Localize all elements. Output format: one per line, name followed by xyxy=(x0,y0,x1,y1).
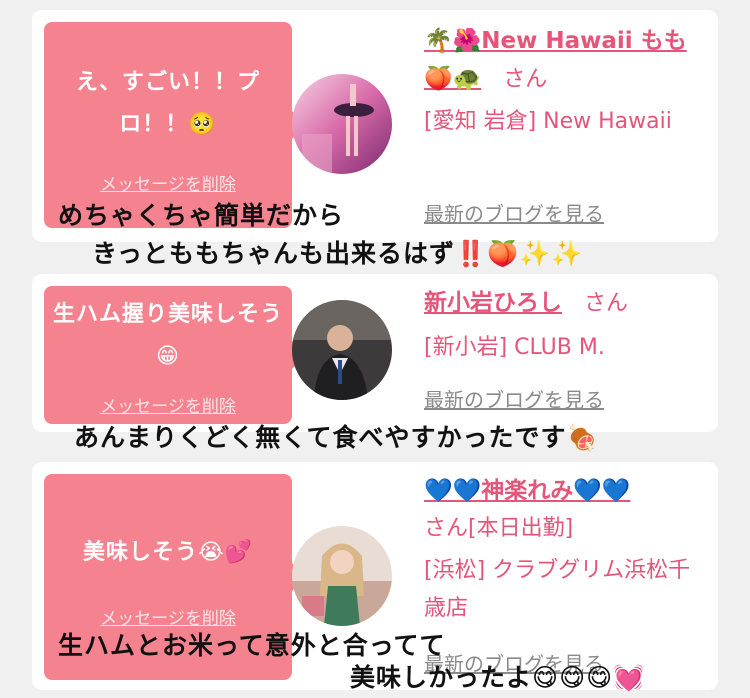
sender-info: 新小岩ひろし さん [新小岩] CLUB M. xyxy=(424,284,704,367)
avatar[interactable] xyxy=(292,526,392,626)
sender-info: 🌴🌺New Hawaii もも🍑🐢 さん [愛知 岩倉] New Hawaii xyxy=(424,22,704,141)
avatar-photo xyxy=(292,74,392,174)
sender-name-link[interactable]: 🌴🌺New Hawaii もも🍑🐢 xyxy=(424,28,687,92)
message-card: 生ハム握り美味しそう😁 メッセージを削除 新小岩ひろし さん [新小岩] CLU… xyxy=(32,274,718,432)
caption-text: 生ハムとお米って意外と合ってて xyxy=(58,631,446,660)
avatar-photo xyxy=(292,526,392,626)
sender-name-link[interactable]: 新小岩ひろし xyxy=(424,290,562,316)
sender-location: [愛知 岩倉] New Hawaii xyxy=(424,109,672,134)
sender-name-link[interactable]: 💙💙神楽れみ💙💙 xyxy=(424,478,631,504)
honorific: さん xyxy=(503,67,548,92)
avatar[interactable] xyxy=(292,300,392,400)
delete-message-link[interactable]: メッセージを削除 xyxy=(44,170,292,195)
message-text: 美味しそう😭💕 xyxy=(82,540,254,565)
caption-text: あんまりくどく無くて食べやすかったです🍖 xyxy=(74,423,599,452)
latest-blog-link[interactable]: 最新のブログを見る xyxy=(424,384,604,413)
avatar[interactable] xyxy=(292,74,392,174)
latest-blog-link[interactable]: 最新のブログを見る xyxy=(424,198,604,227)
message-text: 生ハム握り美味しそう😁 xyxy=(52,302,283,369)
caption-text: 美味しかったよ😋😋😋💓 xyxy=(350,663,646,692)
caption-text: きっとももちゃんも出来るはず‼️🍑✨✨ xyxy=(92,239,584,268)
message-text: え、すごい！！プロ！！🥺 xyxy=(75,70,260,137)
caption-text: めちゃくちゃ簡単だから xyxy=(58,201,345,230)
delete-message-link[interactable]: メッセージを削除 xyxy=(44,392,292,417)
sender-location: [浜松] クラブグリム浜松千歳店 xyxy=(424,558,691,621)
honorific: さん xyxy=(584,291,629,316)
sender-location: [新小岩] CLUB M. xyxy=(424,335,605,360)
message-bubble: 生ハム握り美味しそう😁 メッセージを削除 xyxy=(44,286,306,424)
sender-info: 💙💙神楽れみ💙💙 さん[本日出勤] [浜松] クラブグリム浜松千歳店 xyxy=(424,472,704,628)
avatar-photo xyxy=(292,300,392,400)
honorific: さん[本日出勤] xyxy=(424,516,574,541)
